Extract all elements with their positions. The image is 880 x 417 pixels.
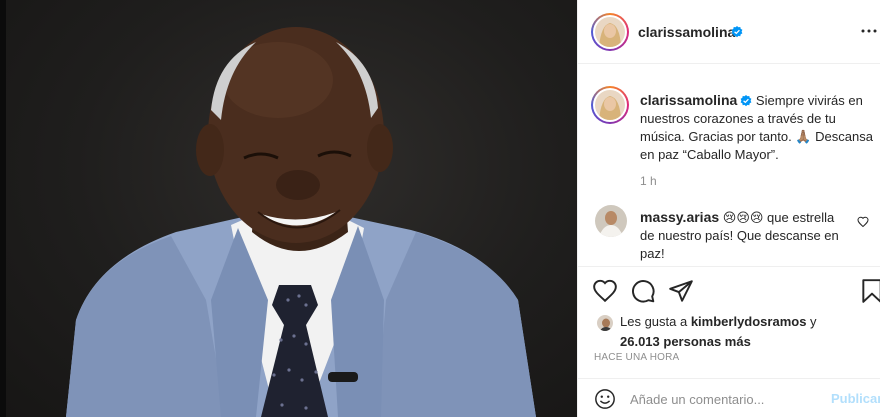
small-heart-icon[interactable] xyxy=(857,216,869,228)
bookmark-icon[interactable] xyxy=(859,278,880,304)
comment-avatar[interactable] xyxy=(595,205,627,237)
publish-button[interactable]: Publicar xyxy=(831,391,880,406)
caption-username[interactable]: clarissamolina xyxy=(640,92,737,108)
actions-divider xyxy=(578,266,880,267)
verified-icon xyxy=(740,95,752,107)
comment-username[interactable]: massy.arias xyxy=(640,209,719,225)
share-icon[interactable] xyxy=(668,278,694,304)
comment-bar: Publicar xyxy=(578,378,880,417)
caption-text: clarissamolina Siempre vivirás en nuestr… xyxy=(640,91,875,164)
more-icon[interactable] xyxy=(860,22,878,40)
comment-text: massy.arias 😢😢😢 que estrella de nuestro … xyxy=(640,208,845,263)
post-photo-illustration xyxy=(66,27,536,417)
post-timestamp[interactable]: HACE UNA HORA xyxy=(594,352,679,363)
likes-text: Les gusta a kimberlydosramos y 26.013 pe… xyxy=(620,312,850,352)
likes-user-link[interactable]: kimberlydosramos xyxy=(691,314,807,329)
comment-icon[interactable] xyxy=(630,278,656,304)
emoji-icon[interactable] xyxy=(594,388,616,410)
caption-time[interactable]: 1 h xyxy=(640,174,657,188)
likes-avatar[interactable] xyxy=(596,314,614,332)
post-details-panel: clarissamolina clarissamolina Siempre vi… xyxy=(577,0,880,417)
likes-joiner: y xyxy=(806,314,817,329)
comment-input[interactable] xyxy=(630,390,820,408)
likes-count[interactable]: 26.013 personas más xyxy=(620,334,751,349)
likes-prefix: Les gusta a xyxy=(620,314,691,329)
post-header: clarissamolina xyxy=(578,0,880,64)
heart-icon[interactable] xyxy=(592,278,618,304)
verified-icon xyxy=(731,26,743,38)
author-avatar[interactable] xyxy=(591,13,629,51)
header-username[interactable]: clarissamolina xyxy=(638,24,735,40)
post-photo[interactable] xyxy=(6,0,577,417)
caption-avatar[interactable] xyxy=(591,86,629,124)
